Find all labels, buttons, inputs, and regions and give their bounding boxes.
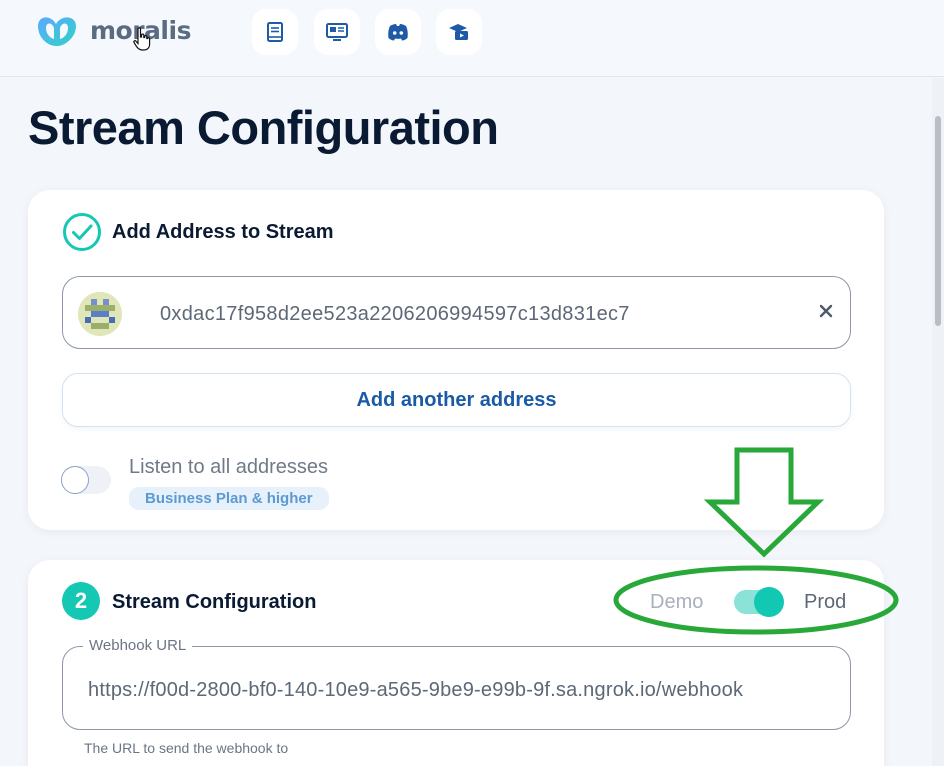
- plan-badge: Business Plan & higher: [129, 487, 329, 510]
- toggle-knob: [61, 466, 89, 494]
- webhook-helper-text: The URL to send the webhook to: [84, 740, 289, 756]
- docs-book-icon: [267, 22, 283, 42]
- top-navigation-bar: moralis: [0, 0, 944, 77]
- page-scrollbar[interactable]: [932, 78, 944, 766]
- toggle-knob: [754, 587, 784, 617]
- moralis-logo-icon: [38, 17, 76, 46]
- webhook-url-input[interactable]: Webhook URL https://f00d-2800-bf0-140-10…: [62, 637, 851, 730]
- step2-title: Stream Configuration: [112, 591, 317, 613]
- moralis-logo[interactable]: moralis: [34, 12, 191, 48]
- environment-toggle[interactable]: [734, 587, 784, 617]
- scrollbar-thumb[interactable]: [935, 116, 941, 326]
- page-title: Stream Configuration: [28, 101, 499, 154]
- forum-button[interactable]: [314, 9, 360, 55]
- webhook-url-value: https://f00d-2800-bf0-140-10e9-a565-9be9…: [88, 679, 744, 701]
- address-avatar: [78, 292, 122, 336]
- academy-button[interactable]: [436, 9, 482, 55]
- env-demo-label[interactable]: Demo: [650, 591, 703, 614]
- webhook-url-label: Webhook URL: [83, 637, 193, 654]
- address-input[interactable]: 0xdac17f958d2ee523a2206206994597c13d831e…: [62, 276, 851, 349]
- listen-all-toggle[interactable]: [61, 466, 111, 494]
- discord-icon: [388, 24, 408, 41]
- step-number-badge: 2: [62, 582, 100, 620]
- hand-cursor-icon: [133, 27, 151, 51]
- remove-address-button[interactable]: [814, 299, 838, 323]
- step-complete-check-icon: [63, 213, 101, 251]
- listen-all-label: Listen to all addresses: [129, 456, 329, 478]
- monitor-icon: [326, 23, 348, 41]
- discord-button[interactable]: [375, 9, 421, 55]
- step1-title: Add Address to Stream: [112, 221, 334, 243]
- add-address-card: Add Address to Stream 0xdac17f958d2ee523…: [28, 190, 884, 530]
- identicon-icon: [78, 292, 122, 336]
- stream-configuration-card: 2 Stream Configuration Demo Prod Webhook…: [28, 560, 884, 766]
- academy-video-icon: [449, 24, 468, 40]
- address-value: 0xdac17f958d2ee523a2206206994597c13d831e…: [160, 303, 630, 325]
- docs-button[interactable]: [252, 9, 298, 55]
- close-icon: [819, 304, 833, 318]
- add-another-address-button[interactable]: Add another address: [62, 373, 851, 427]
- env-prod-label[interactable]: Prod: [804, 591, 846, 614]
